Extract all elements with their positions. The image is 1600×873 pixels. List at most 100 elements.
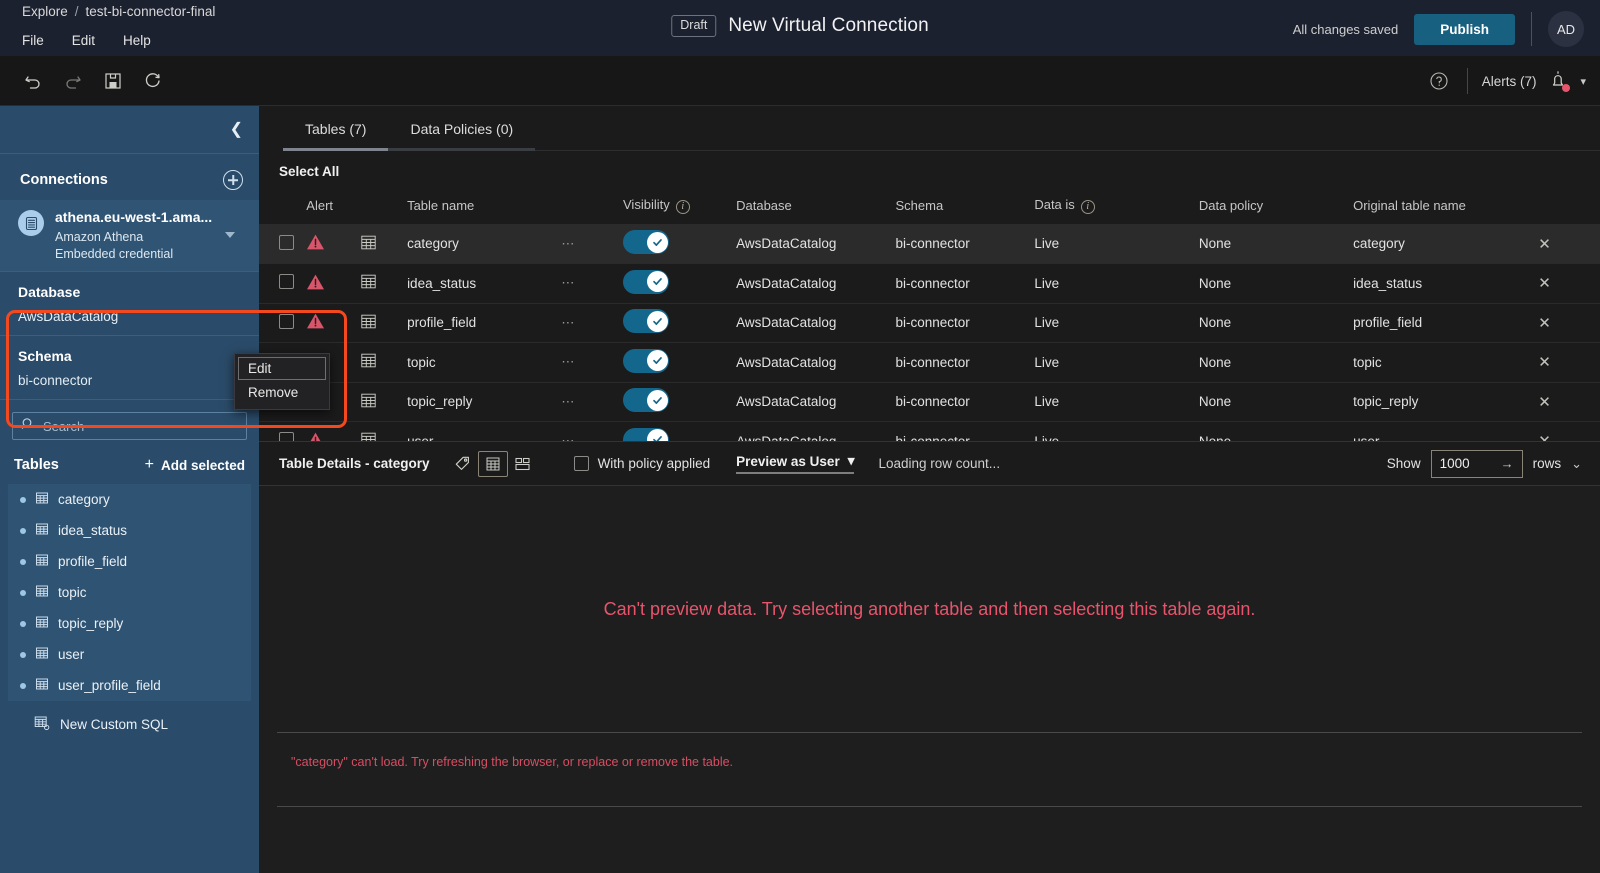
row-data-policy: None xyxy=(1198,224,1354,264)
list-item-label: profile_field xyxy=(58,554,128,569)
connection-context-menu: Edit Remove xyxy=(234,353,330,410)
remove-row-icon[interactable]: ✕ xyxy=(1538,433,1551,441)
table-row[interactable]: topic ⋯ AwsDataCatalog bi-connector Live None… xyxy=(259,342,1600,383)
tab-tables[interactable]: Tables (7) xyxy=(283,106,389,151)
publish-button[interactable]: Publish xyxy=(1414,13,1515,45)
checkbox-box[interactable] xyxy=(573,456,589,471)
context-menu-item-edit[interactable]: Edit xyxy=(238,357,326,380)
refresh-icon[interactable] xyxy=(140,68,166,94)
row-more-options-icon[interactable]: ⋯ xyxy=(561,433,576,441)
search-input[interactable] xyxy=(43,418,238,434)
schema-value[interactable]: bi-connector xyxy=(18,373,243,388)
table-details-bar: Table Details - category With policy app… xyxy=(259,441,1600,486)
menu-edit[interactable]: Edit xyxy=(72,33,95,48)
list-item-label: user xyxy=(58,647,85,662)
row-checkbox[interactable] xyxy=(279,313,294,329)
card-view-icon[interactable] xyxy=(508,451,538,477)
table-row[interactable]: idea_status ⋯ AwsDataCatalog bi-connector Li… xyxy=(259,263,1600,304)
visibility-toggle[interactable] xyxy=(623,269,669,294)
visibility-toggle[interactable] xyxy=(623,309,669,334)
row-checkbox[interactable] xyxy=(279,432,294,441)
row-checkbox[interactable] xyxy=(279,274,294,290)
add-selected-button[interactable]: + Add selected xyxy=(145,456,245,474)
breadcrumb-current[interactable]: test-bi-connector-final xyxy=(86,4,216,19)
col-data-is-label: Data is xyxy=(1034,197,1075,212)
visibility-toggle[interactable] xyxy=(623,427,669,441)
redo-icon[interactable] xyxy=(60,68,86,94)
visibility-toggle[interactable] xyxy=(623,388,669,413)
grid-view-icon[interactable] xyxy=(477,450,508,477)
main-panel: Tables (7) Data Policies (0) Select All xyxy=(259,106,1600,873)
chevron-left-icon[interactable]: ❮ xyxy=(230,121,243,138)
preview-as-user-dropdown[interactable]: Preview as User ▾ xyxy=(736,453,855,474)
visibility-info-icon[interactable]: i xyxy=(675,200,690,214)
table-row[interactable]: topic_reply ⋯ AwsDataCatalog bi-connector Li… xyxy=(259,382,1600,422)
help-circle-icon[interactable] xyxy=(1425,67,1453,95)
table-icon xyxy=(360,235,377,254)
undo-icon[interactable] xyxy=(20,68,46,94)
remove-row-icon[interactable]: ✕ xyxy=(1538,275,1551,292)
list-item[interactable]: topic_reply xyxy=(8,608,251,639)
row-more-options-icon[interactable]: ⋯ xyxy=(561,394,576,409)
data-is-info-icon[interactable]: i xyxy=(1080,200,1095,214)
list-item[interactable]: category xyxy=(8,484,251,515)
select-all-label[interactable]: Select All xyxy=(279,164,339,179)
breadcrumb-root[interactable]: Explore xyxy=(22,4,68,19)
search-container xyxy=(0,400,259,446)
warning-icon[interactable] xyxy=(306,234,325,254)
row-more-options-icon[interactable]: ⋯ xyxy=(561,236,576,251)
menu-help[interactable]: Help xyxy=(123,33,151,48)
row-more-options-icon[interactable]: ⋯ xyxy=(561,315,576,330)
row-remove-cell: ✕ xyxy=(1538,303,1600,343)
save-icon[interactable] xyxy=(100,68,126,94)
row-schema: bi-connector xyxy=(895,303,1035,343)
custom-sql-icon xyxy=(34,715,50,734)
database-value[interactable]: AwsDataCatalog xyxy=(18,309,243,324)
connection-menu-caret-icon[interactable] xyxy=(225,232,235,238)
list-item-label: topic_reply xyxy=(58,616,124,631)
warning-icon[interactable] xyxy=(306,313,325,333)
row-table-name: topic xyxy=(407,342,562,383)
search-box[interactable] xyxy=(12,412,247,440)
row-checkbox[interactable] xyxy=(279,234,294,250)
context-menu-item-remove[interactable]: Remove xyxy=(238,381,326,404)
list-item[interactable]: idea_status xyxy=(8,515,251,546)
new-custom-sql-label: New Custom SQL xyxy=(60,717,169,732)
alerts-label[interactable]: Alerts (7) xyxy=(1482,74,1537,89)
tag-icon[interactable] xyxy=(448,451,478,477)
list-item[interactable]: user_profile_field xyxy=(8,670,251,701)
remove-row-icon[interactable]: ✕ xyxy=(1538,354,1551,371)
remove-row-icon[interactable]: ✕ xyxy=(1538,315,1551,332)
visibility-toggle[interactable] xyxy=(623,230,669,254)
list-item[interactable]: topic xyxy=(8,577,251,608)
with-policy-applied-checkbox[interactable]: With policy applied xyxy=(573,456,710,471)
remove-row-icon[interactable]: ✕ xyxy=(1538,236,1551,253)
table-row[interactable]: category ⋯ AwsDataCatalog bi-connector Live N… xyxy=(259,224,1600,264)
rows-input[interactable]: 1000 → xyxy=(1430,449,1523,478)
table-row[interactable]: profile_field ⋯ AwsDataCatalog bi-connector… xyxy=(259,303,1600,343)
list-item[interactable]: user xyxy=(8,639,251,670)
row-table-icon-cell xyxy=(359,382,408,422)
list-item[interactable]: profile_field xyxy=(8,546,251,577)
row-data-is: Live xyxy=(1034,421,1199,441)
avatar[interactable]: AD xyxy=(1548,11,1584,47)
submit-arrow-icon[interactable]: → xyxy=(1501,456,1514,471)
row-more-options-icon[interactable]: ⋯ xyxy=(561,275,576,290)
status-dot xyxy=(20,589,26,596)
collapse-details-chevron-icon[interactable]: ⌄ xyxy=(1571,456,1582,472)
connection-item[interactable]: athena.eu-west-1.ama... Amazon Athena Em… xyxy=(0,200,259,271)
connection-name: athena.eu-west-1.ama... xyxy=(55,209,213,225)
row-database: AwsDataCatalog xyxy=(736,224,896,264)
row-more-options-icon[interactable]: ⋯ xyxy=(561,354,576,369)
chevron-down-icon[interactable]: ▾ xyxy=(1580,75,1586,88)
visibility-toggle[interactable] xyxy=(623,348,669,373)
toggle-knob xyxy=(646,310,668,332)
bell-icon[interactable] xyxy=(1548,69,1571,93)
remove-row-icon[interactable]: ✕ xyxy=(1538,394,1551,411)
add-connection-button[interactable] xyxy=(223,170,243,190)
tab-data-policies[interactable]: Data Policies (0) xyxy=(388,106,535,151)
table-row[interactable]: user⋯AwsDataCatalogbi-connectorLiveNoneu… xyxy=(259,421,1600,441)
new-custom-sql-button[interactable]: New Custom SQL xyxy=(0,701,259,746)
menu-file[interactable]: File xyxy=(22,33,44,48)
warning-icon[interactable] xyxy=(306,274,325,294)
